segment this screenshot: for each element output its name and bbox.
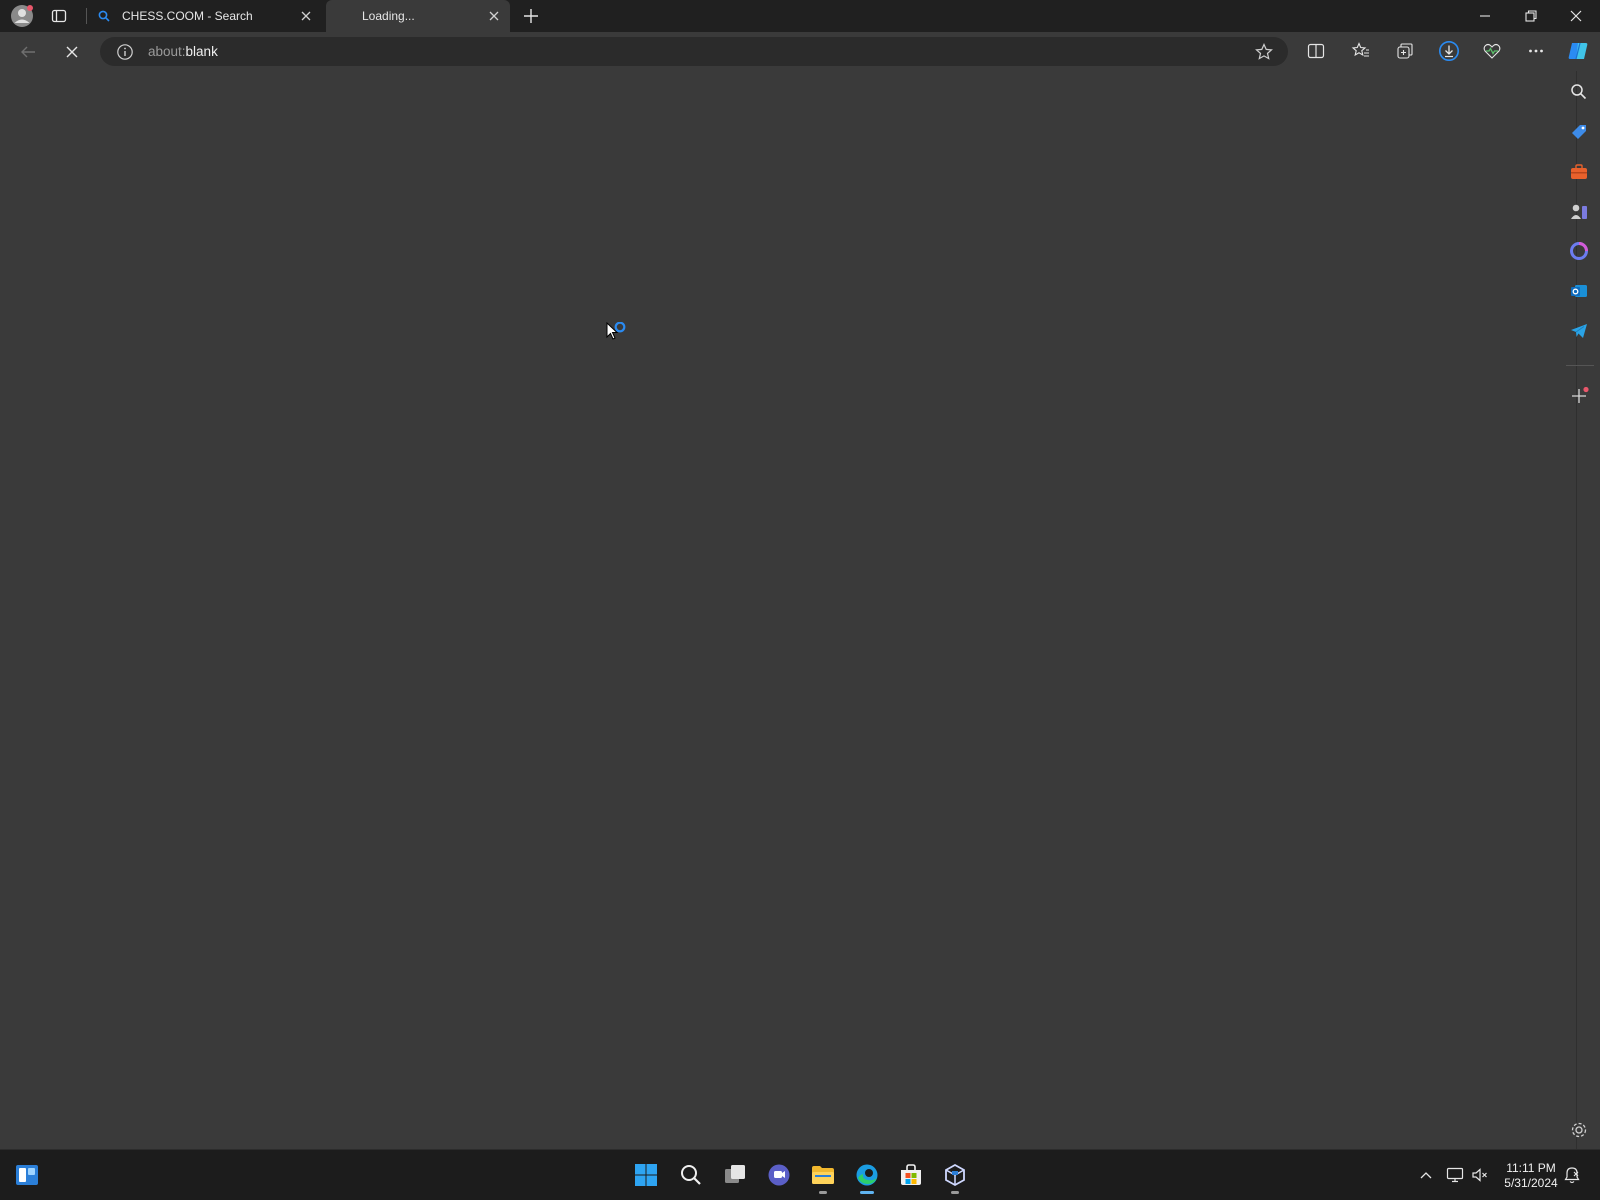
telegram-icon[interactable]	[1569, 321, 1589, 341]
minimize-button[interactable]	[1477, 8, 1493, 24]
split-screen-icon[interactable]	[1306, 41, 1326, 61]
plus-icon	[524, 9, 538, 23]
url-prefix: about:	[148, 44, 186, 59]
start-button[interactable]	[634, 1163, 658, 1187]
sidebar-divider	[1566, 365, 1594, 366]
tab-actions-icon[interactable]	[51, 8, 67, 24]
task-view-icon[interactable]	[723, 1163, 747, 1187]
teams-chat-icon[interactable]	[767, 1163, 791, 1187]
sidebar-search-icon[interactable]	[1569, 82, 1589, 102]
clock-date: 5/31/2024	[1504, 1176, 1558, 1190]
tab-title: CHESS.COOM - Search	[122, 9, 253, 23]
browser-toolbar: about:blank	[0, 32, 1600, 71]
browser-essentials-icon[interactable]	[1482, 41, 1502, 61]
virtualbox-icon[interactable]	[943, 1163, 967, 1187]
stop-loading-button[interactable]	[62, 42, 82, 62]
url-text[interactable]: about:blank	[148, 44, 218, 59]
back-button[interactable]	[18, 42, 38, 62]
plus-icon	[1572, 386, 1589, 403]
close-tab-icon[interactable]	[486, 8, 502, 24]
games-icon[interactable]	[1569, 202, 1589, 222]
more-options-icon[interactable]	[1526, 41, 1546, 61]
page-content[interactable]	[0, 71, 1576, 1149]
sidebar-settings-icon[interactable]	[1569, 1120, 1589, 1140]
new-tab-button[interactable]	[522, 7, 540, 25]
favorites-icon[interactable]	[1351, 41, 1371, 61]
restore-button[interactable]	[1523, 8, 1539, 24]
tab-title: Loading...	[362, 9, 415, 23]
widgets-icon[interactable]	[15, 1163, 39, 1187]
url-host: blank	[185, 44, 218, 59]
profile-avatar-icon[interactable]	[10, 4, 34, 28]
copilot-sidebar-icon[interactable]	[1569, 241, 1589, 261]
edge-taskbar-icon[interactable]	[855, 1163, 879, 1187]
virtualbox-running-indicator	[951, 1191, 959, 1194]
copilot-button[interactable]	[1566, 39, 1590, 63]
address-bar[interactable]: about:blank	[100, 37, 1288, 66]
favorite-star-icon[interactable]	[1254, 42, 1274, 62]
microsoft-store-icon[interactable]	[899, 1163, 923, 1187]
collections-icon[interactable]	[1395, 41, 1415, 61]
outlook-icon[interactable]	[1569, 281, 1589, 301]
shopping-tag-icon[interactable]	[1569, 122, 1589, 142]
notifications-bell-icon[interactable]	[1563, 1166, 1581, 1184]
volume-muted-icon[interactable]	[1471, 1166, 1489, 1184]
downloads-icon[interactable]	[1438, 40, 1460, 62]
arrow-left-icon	[21, 46, 35, 58]
tab-chess-search[interactable]: CHESS.COOM - Search	[86, 0, 322, 32]
edge-sidebar	[1576, 71, 1600, 1149]
edge-active-indicator	[860, 1191, 874, 1194]
file-explorer-running-indicator	[819, 1191, 827, 1194]
taskbar	[0, 1149, 1600, 1200]
taskbar-clock[interactable]: 11:11 PM 5/31/2024	[1500, 1161, 1562, 1191]
site-info-icon[interactable]	[116, 43, 134, 61]
copilot-icon	[1568, 42, 1588, 60]
close-icon	[66, 46, 78, 58]
sidebar-add-button[interactable]	[1569, 386, 1589, 406]
tab-loading[interactable]: Loading...	[326, 0, 510, 32]
close-window-button[interactable]	[1568, 8, 1584, 24]
search-icon	[98, 10, 110, 22]
clock-time: 11:11 PM	[1506, 1161, 1556, 1175]
tools-icon[interactable]	[1569, 162, 1589, 182]
title-bar: CHESS.COOM - Search Loading...	[0, 0, 1600, 32]
network-icon[interactable]	[1446, 1166, 1464, 1184]
close-tab-icon[interactable]	[298, 8, 314, 24]
show-hidden-icons-chevron-up-icon[interactable]	[1418, 1167, 1434, 1183]
cursor-busy-icon	[606, 322, 630, 346]
windows-logo-icon	[635, 1164, 657, 1186]
file-explorer-icon[interactable]	[811, 1163, 835, 1187]
taskbar-search-icon[interactable]	[679, 1163, 703, 1187]
